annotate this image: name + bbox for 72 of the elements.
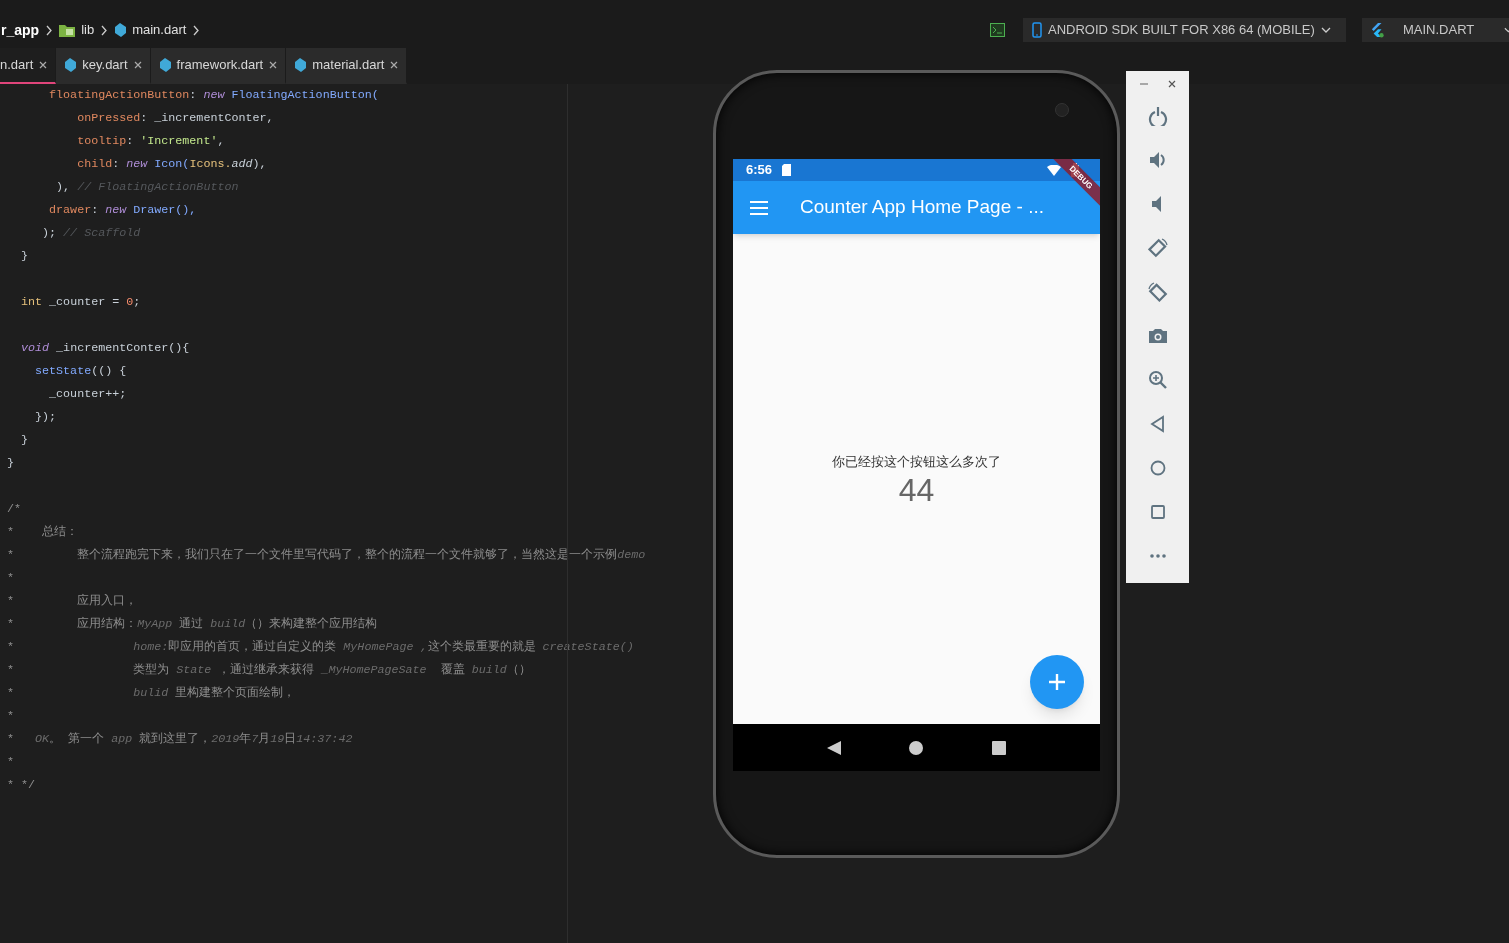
chevron-icon xyxy=(45,24,54,36)
caret-icon xyxy=(1320,27,1331,33)
dart-file-icon xyxy=(114,23,127,37)
editor-tab[interactable]: framework.dart xyxy=(150,48,287,84)
file-name[interactable]: main.dart xyxy=(132,20,187,40)
camera-icon[interactable] xyxy=(1147,326,1168,346)
counter-message: 你已经按这个按钮这么多次了 xyxy=(832,453,1001,471)
code-line: * bulid 里构建整个页面绘制， xyxy=(7,686,296,700)
code-line: * 类型为 State ，通过继承来获得 _MyHomePageSate 覆盖 build（） xyxy=(7,663,531,677)
code-line: * home:即应用的首页，通过自定义的类 MyHomePage ,这个类最重要的就是 createState() xyxy=(7,640,634,654)
code-line: * 整个流程跑完下来，我们只在了一个文件里写代码了，整个的流程一个文件就够了，当然这是一个示例demo xyxy=(7,548,646,562)
zoom-icon[interactable] xyxy=(1147,370,1168,390)
code-line: * xyxy=(7,571,14,585)
power-icon[interactable] xyxy=(1147,106,1168,126)
rotate-left-icon[interactable] xyxy=(1147,238,1168,258)
dart-file-icon xyxy=(64,58,77,72)
code-line: int _counter = 0; xyxy=(20,295,141,309)
sd-card-icon xyxy=(782,164,792,176)
back-icon[interactable] xyxy=(827,740,842,755)
device-dropdown[interactable]: ANDROID SDK BUILT FOR X86 64 (MOBILE) xyxy=(1023,18,1346,42)
close-icon[interactable] xyxy=(39,61,48,69)
run-config-dropdown[interactable]: MAIN.DART xyxy=(1362,18,1509,42)
terminal-icon[interactable] xyxy=(990,23,1005,37)
recents-icon[interactable] xyxy=(991,740,1006,755)
project-name[interactable]: r_app xyxy=(1,19,40,41)
editor-tab[interactable]: material.dart xyxy=(286,48,408,84)
chevron-icon xyxy=(100,24,109,36)
close-icon[interactable] xyxy=(133,61,142,69)
volume-up-icon[interactable] xyxy=(1147,150,1168,170)
code-line: }); xyxy=(34,410,57,424)
code-line: * 总结： xyxy=(7,525,79,539)
rotate-right-icon[interactable] xyxy=(1147,282,1168,302)
code-line: * 应用结构：MyApp 通过 build（）来构建整个应用结构 xyxy=(7,617,378,631)
code-line: * OK。 第一个 app 就到这里了，2019年7月19日14:37:42 xyxy=(7,732,353,746)
code-line: * 应用入口， xyxy=(7,594,138,608)
code-line: * */ xyxy=(7,778,36,792)
code-line: floatingActionButton: new FloatingActionButton( xyxy=(48,88,379,102)
code-line: ), // FloatingActionButton xyxy=(55,180,239,194)
dart-file-icon xyxy=(158,58,171,72)
code-line: /* xyxy=(7,502,22,516)
app-title: Counter App Home Page - ... xyxy=(800,195,1044,220)
close-icon[interactable] xyxy=(269,61,278,69)
code-line: * xyxy=(7,755,14,769)
chevron-icon xyxy=(192,24,201,36)
code-line: } xyxy=(7,456,14,470)
dart-file-icon xyxy=(294,58,307,72)
code-line: void _incrementConter(){ xyxy=(20,341,190,355)
editor-tab[interactable]: key.dart xyxy=(56,48,151,84)
code-line: } xyxy=(20,249,29,263)
close-icon[interactable] xyxy=(1167,80,1176,88)
code-line: drawer: new Drawer(), xyxy=(48,203,197,217)
folder-icon xyxy=(59,23,76,37)
code-line: ); // Scaffold xyxy=(41,226,141,240)
flutter-icon xyxy=(1371,21,1385,39)
close-icon[interactable] xyxy=(390,61,399,69)
status-time: 6:56 xyxy=(746,161,773,180)
phone-icon xyxy=(1032,22,1042,38)
counter-value: 44 xyxy=(898,471,935,508)
menu-icon[interactable] xyxy=(750,200,768,215)
increment-button[interactable] xyxy=(1030,655,1084,709)
home-icon[interactable] xyxy=(909,740,924,755)
code-line: setState(() { xyxy=(34,364,127,378)
code-line: } xyxy=(20,433,29,447)
code-line: _counter++; xyxy=(48,387,127,401)
code-line: child: new Icon(Icons.add), xyxy=(76,157,267,171)
code-line: * xyxy=(7,709,14,723)
code-line: onPressed: _incrementConter, xyxy=(76,111,274,125)
wifi-icon xyxy=(1047,164,1061,176)
folder-name[interactable]: lib xyxy=(81,20,95,40)
code-line: tooltip: 'Increment', xyxy=(76,134,225,148)
plus-icon xyxy=(1049,674,1065,690)
front-camera xyxy=(1055,103,1069,117)
